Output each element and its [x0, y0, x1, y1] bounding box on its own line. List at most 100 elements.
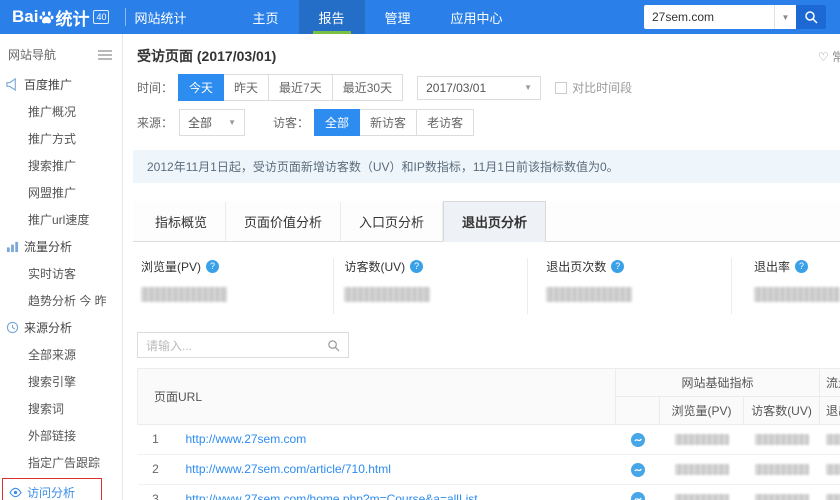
blurred-value — [825, 433, 840, 445]
version-badge: 40 — [93, 10, 110, 24]
page-url-link[interactable]: http://www.27sem.com/home.php?m=Course&a… — [173, 484, 616, 500]
site-selector-value[interactable]: 27sem.com — [644, 5, 774, 29]
blurred-value — [825, 493, 840, 500]
compare-period-checkbox[interactable]: 对比时间段 — [555, 79, 632, 96]
top-navbar: Bai 统计 40 网站统计 主页 报告 管理 应用中心 27sem.com ▼ — [0, 0, 840, 34]
search-icon[interactable] — [327, 339, 340, 352]
metric-uv: 访客数(UV) ? — [334, 258, 529, 314]
column-group-flow: 流量 — [819, 368, 840, 397]
source-label: 来源： — [137, 116, 174, 130]
table-row: 2 http://www.27sem.com/article/710.html — [137, 454, 840, 485]
source-dropdown[interactable]: 全部 ▼ — [179, 109, 246, 136]
sidebar-section-baidu-promo: 百度推广 推广概况 推广方式 搜索推广 网盟推广 推广url速度 — [0, 71, 122, 233]
baidu-tongji-logo[interactable]: Bai 统计 40 — [0, 0, 117, 34]
sidebar-section-label[interactable]: 来源分析 — [0, 314, 122, 341]
tab-metric-overview[interactable]: 指标概览 — [137, 202, 227, 241]
table-row: 3 http://www.27sem.com/home.php?m=Course… — [137, 484, 840, 500]
metric-exit-rate: 退出率 ? — [732, 258, 840, 314]
collapse-menu-icon[interactable] — [98, 49, 112, 61]
column-header-url[interactable]: 页面URL — [136, 368, 617, 425]
blurred-value — [754, 287, 840, 302]
nav-item-report[interactable]: 报告 — [298, 0, 365, 34]
nav-item-home[interactable]: 主页 — [233, 0, 299, 34]
help-icon[interactable]: ? — [795, 260, 809, 273]
search-placeholder: 请输入... — [146, 338, 193, 353]
nav-item-appcenter[interactable]: 应用中心 — [431, 0, 523, 34]
preview-link-icon[interactable] — [630, 492, 645, 500]
eye-icon — [9, 487, 22, 498]
visitor-option-returning[interactable]: 老访客 — [416, 109, 475, 136]
tab-entry-page[interactable]: 入口页分析 — [341, 202, 444, 241]
time-option-yesterday[interactable]: 昨天 — [223, 74, 270, 101]
blurred-value — [674, 463, 729, 475]
blurred-value — [674, 433, 729, 445]
logo-text-prefix: Bai — [12, 7, 39, 26]
heart-icon: ♡ — [817, 49, 829, 64]
time-option-30days[interactable]: 最近30天 — [331, 74, 404, 101]
preview-link-icon[interactable] — [630, 432, 645, 447]
main-nav: 主页 报告 管理 应用中心 — [233, 0, 523, 34]
sidebar-item[interactable]: 搜索引擎 — [0, 368, 122, 395]
column-header-exit[interactable]: 退出页次数 — [819, 396, 840, 425]
help-icon[interactable]: ? — [206, 260, 220, 273]
blurred-value — [546, 287, 633, 302]
row-index: 1 — [137, 424, 174, 455]
megaphone-icon — [6, 78, 16, 91]
chevron-down-icon: ▼ — [524, 83, 533, 92]
time-option-today[interactable]: 今天 — [178, 74, 225, 101]
sidebar-item[interactable]: 实时访客 — [0, 260, 122, 287]
sidebar-item[interactable]: 搜索推广 — [0, 152, 122, 179]
tab-page-value[interactable]: 页面价值分析 — [226, 202, 342, 241]
main-content: 受访页面 (2017/03/01) ♡ 常 时间： 今天 昨天 最近7天 最近3… — [123, 34, 840, 500]
time-option-7days[interactable]: 最近7天 — [268, 74, 333, 101]
help-icon[interactable]: ? — [611, 260, 625, 273]
page-url-link[interactable]: http://www.27sem.com/article/710.html — [173, 454, 616, 485]
column-spacer — [615, 396, 661, 425]
blurred-value — [754, 493, 809, 500]
metric-pv: 浏览量(PV) ? — [141, 258, 335, 314]
sidebar-item[interactable]: 推广概况 — [0, 98, 122, 125]
metric-summary: 浏览量(PV) ? 访客数(UV) ? 退出页次数 ? 退出率 ? — [133, 242, 840, 326]
row-index: 2 — [137, 454, 174, 485]
site-selector-dropdown[interactable]: ▼ — [774, 5, 796, 29]
date-picker[interactable]: 2017/03/01 ▼ — [417, 75, 542, 100]
sidebar-section-label[interactable]: 百度推广 — [0, 71, 122, 98]
preview-link-icon[interactable] — [630, 462, 645, 477]
sidebar-section-label[interactable]: 访问分析 — [3, 479, 101, 500]
sidebar-item[interactable]: 指定广告跟踪 — [0, 449, 122, 476]
sidebar-item[interactable]: 网盟推广 — [0, 179, 122, 206]
visitor-option-all[interactable]: 全部 — [314, 109, 361, 136]
table-row: 1 http://www.27sem.com — [137, 424, 840, 455]
page-url-link[interactable]: http://www.27sem.com — [173, 424, 616, 455]
column-header-pv[interactable]: 浏览量(PV) — [659, 396, 745, 425]
time-filter-row: 时间： 今天 昨天 最近7天 最近30天 2017/03/01 ▼ 对比时间段 — [133, 70, 840, 105]
notice-banner: 2012年11月1日起，受访页面新增访客数（UV）和IP数指标，11月1日前该指… — [133, 150, 840, 183]
column-header-uv[interactable]: 访客数(UV) — [743, 396, 821, 425]
pages-table: 页面URL 网站基础指标 流量 浏览量(PV) 访客数(UV) 退出页次数 1 … — [136, 368, 840, 500]
url-search-input[interactable]: 请输入... — [137, 332, 349, 358]
logo-text-suffix: 统计 — [55, 9, 90, 29]
site-search-button[interactable] — [796, 5, 826, 29]
sidebar-item[interactable]: 全部来源 — [0, 341, 122, 368]
favorite-report-link[interactable]: ♡ 常 — [818, 48, 840, 65]
baidu-paw-icon — [39, 10, 54, 23]
sidebar-item[interactable]: 推广方式 — [0, 125, 122, 152]
sidebar-item[interactable]: 搜索词 — [0, 395, 122, 422]
blurred-value — [141, 287, 227, 302]
nav-item-manage[interactable]: 管理 — [365, 0, 431, 34]
metric-exit-count: 退出页次数 ? — [528, 258, 732, 314]
report-tabs: 指标概览 页面价值分析 入口页分析 退出页分析 — [133, 201, 840, 242]
sidebar-section-traffic: 流量分析 实时访客 趋势分析 今 昨 — [0, 233, 122, 314]
tab-exit-page[interactable]: 退出页分析 — [443, 201, 547, 242]
sidebar-item[interactable]: 外部链接 — [0, 422, 122, 449]
sidebar-item[interactable]: 趋势分析 今 昨 — [0, 287, 122, 314]
row-index: 3 — [137, 484, 174, 500]
sidebar-section-label[interactable]: 流量分析 — [0, 233, 122, 260]
sidebar-item[interactable]: 推广url速度 — [0, 206, 122, 233]
help-icon[interactable]: ? — [410, 260, 424, 273]
blurred-value — [754, 463, 809, 475]
visitor-option-new[interactable]: 新访客 — [359, 109, 418, 136]
column-group-basic-metrics: 网站基础指标 — [615, 368, 821, 397]
annotation-highlight-box: 访问分析 受访页面 — [2, 478, 102, 500]
product-name: 网站统计 — [134, 10, 187, 26]
